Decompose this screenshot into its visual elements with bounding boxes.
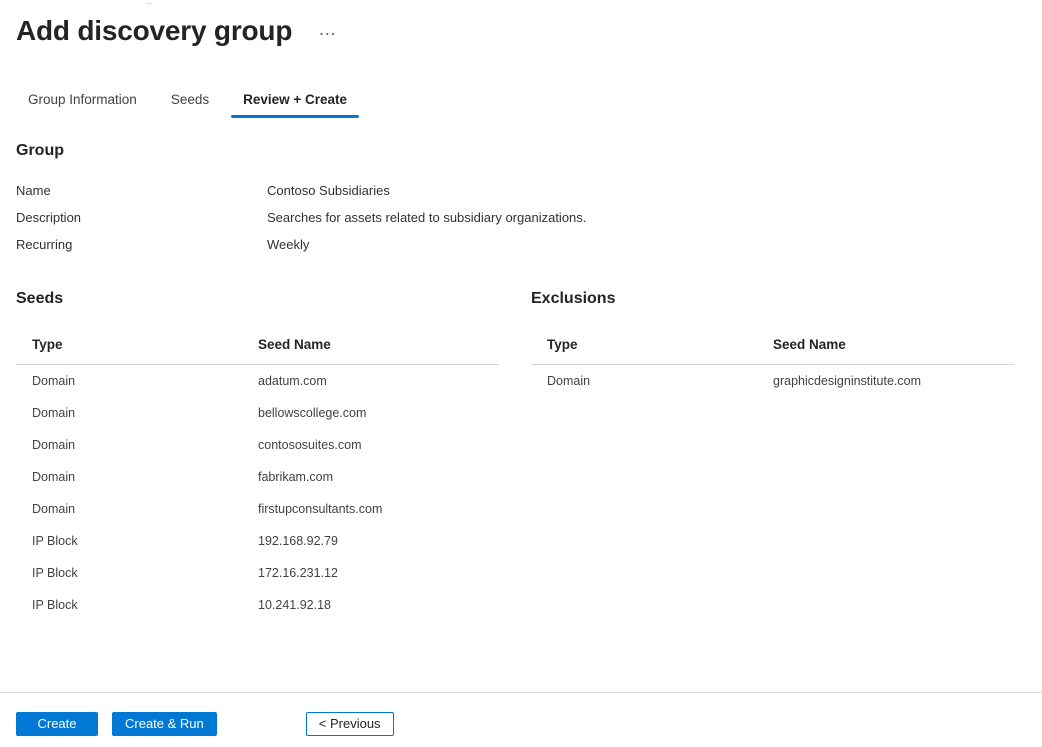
column-header-seed-name: Seed Name — [757, 323, 1014, 364]
field-value: Searches for assets related to subsidiar… — [267, 210, 1026, 226]
group-summary-fields: Name Contoso Subsidiaries Description Se… — [16, 177, 1026, 258]
seed-type-cell: Domain — [16, 438, 242, 452]
group-section-heading: Group — [16, 140, 1026, 161]
seed-type-cell: IP Block — [16, 566, 242, 580]
seeds-exclusions-area: Seeds Type Seed Name Domain adatum.com D… — [16, 288, 1026, 621]
field-row: Recurring Weekly — [16, 231, 1026, 258]
exclusions-section-heading: Exclusions — [531, 288, 1014, 309]
footer-action-bar: Create Create & Run < Previous — [0, 692, 1042, 747]
seeds-column: Seeds Type Seed Name Domain adatum.com D… — [16, 288, 499, 621]
table-row[interactable]: Domain graphicdesigninstitute.com — [531, 365, 1014, 397]
field-value: Weekly — [267, 237, 1026, 253]
table-row[interactable]: Domain fabrikam.com — [16, 461, 499, 493]
table-row[interactable]: Domain bellowscollege.com — [16, 397, 499, 429]
more-options-icon[interactable]: … — [318, 20, 336, 38]
seed-name-cell: 172.16.231.12 — [242, 566, 499, 580]
tab-review-create[interactable]: Review + Create — [231, 84, 359, 118]
field-label: Name — [16, 183, 267, 199]
title-row: Add discovery group … — [16, 12, 1026, 50]
seed-type-cell: Domain — [16, 374, 242, 388]
create-button[interactable]: Create — [16, 712, 98, 736]
exclusions-table-header: Type Seed Name — [531, 323, 1014, 365]
previous-button[interactable]: < Previous — [306, 712, 394, 736]
tab-bar: Group Information Seeds Review + Create — [16, 84, 1026, 118]
seed-type-cell: IP Block — [16, 598, 242, 612]
add-discovery-group-page: Add discovery group … Group Information … — [0, 0, 1042, 621]
seed-name-cell: 10.241.92.18 — [242, 598, 499, 612]
column-header-seed-name: Seed Name — [242, 323, 499, 364]
breadcrumb[interactable]: discovery groups — [0, 0, 1042, 4]
exclusions-column: Exclusions Type Seed Name Domain graphic… — [531, 288, 1014, 621]
seed-type-cell: Domain — [16, 502, 242, 516]
seed-name-cell: fabrikam.com — [242, 470, 499, 484]
table-row[interactable]: IP Block 192.168.92.79 — [16, 525, 499, 557]
seed-name-cell: adatum.com — [242, 374, 499, 388]
table-row[interactable]: Domain contososuites.com — [16, 429, 499, 461]
table-row[interactable]: Domain firstupconsultants.com — [16, 493, 499, 525]
seed-type-cell: Domain — [16, 406, 242, 420]
breadcrumb-link[interactable]: discovery groups — [142, 1, 240, 4]
field-label: Recurring — [16, 237, 267, 253]
seeds-table: Type Seed Name Domain adatum.com Domain … — [16, 323, 499, 621]
field-row: Description Searches for assets related … — [16, 204, 1026, 231]
seed-type-cell: Domain — [16, 470, 242, 484]
exclusions-table: Type Seed Name Domain graphicdesigninsti… — [531, 323, 1014, 397]
seed-type-cell: IP Block — [16, 534, 242, 548]
seeds-section-heading: Seeds — [16, 288, 499, 309]
field-value: Contoso Subsidiaries — [267, 183, 1026, 199]
seed-name-cell: contososuites.com — [242, 438, 499, 452]
seeds-table-header: Type Seed Name — [16, 323, 499, 365]
tab-seeds[interactable]: Seeds — [159, 84, 221, 118]
seed-name-cell: graphicdesigninstitute.com — [757, 374, 1014, 388]
seed-type-cell: Domain — [531, 374, 757, 388]
table-row[interactable]: IP Block 172.16.231.12 — [16, 557, 499, 589]
column-header-type: Type — [16, 323, 242, 364]
field-row: Name Contoso Subsidiaries — [16, 177, 1026, 204]
seed-name-cell: 192.168.92.79 — [242, 534, 499, 548]
seed-name-cell: firstupconsultants.com — [242, 502, 499, 516]
create-and-run-button[interactable]: Create & Run — [112, 712, 217, 736]
table-row[interactable]: IP Block 10.241.92.18 — [16, 589, 499, 621]
field-label: Description — [16, 210, 267, 226]
column-header-type: Type — [531, 323, 757, 364]
page-title: Add discovery group — [16, 12, 292, 50]
seed-name-cell: bellowscollege.com — [242, 406, 499, 420]
tab-group-information[interactable]: Group Information — [16, 84, 149, 118]
table-row[interactable]: Domain adatum.com — [16, 365, 499, 397]
exclusions-table-body: Domain graphicdesigninstitute.com — [531, 365, 1014, 397]
seeds-table-body: Domain adatum.com Domain bellowscollege.… — [16, 365, 499, 621]
